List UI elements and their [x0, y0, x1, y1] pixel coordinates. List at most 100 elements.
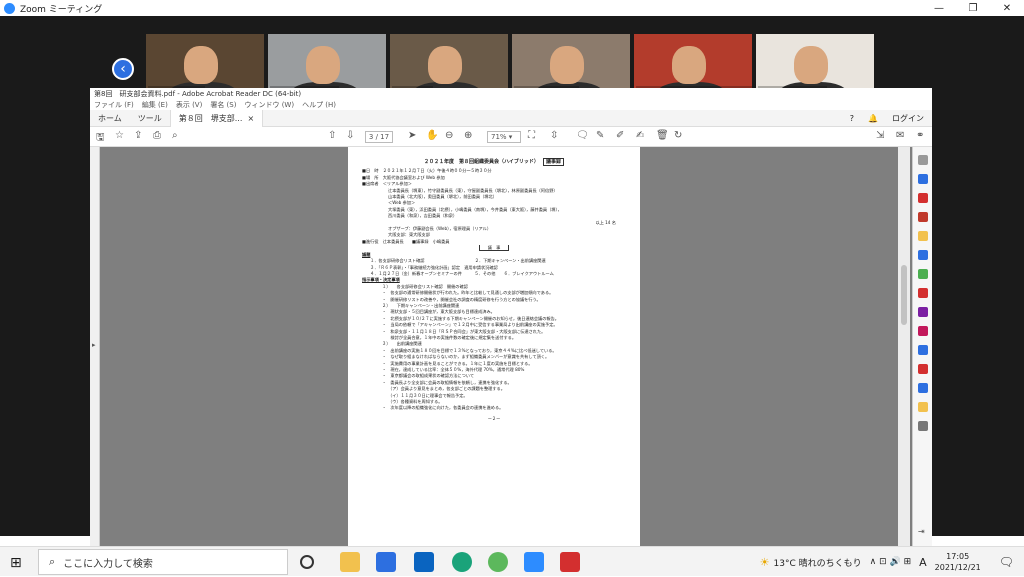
menu-item[interactable]: 編集 (E)	[142, 100, 168, 110]
upload-icon[interactable]: ⇪	[134, 130, 142, 141]
bell-icon[interactable]: 🔔	[868, 114, 878, 123]
menu-item[interactable]: ファイル (F)	[94, 100, 134, 110]
edge-icon[interactable]	[452, 552, 472, 572]
system-tray: ☀ 13°C 晴れのちくもり ∧ ⊡ 🔊 ⊞ A 17:05 2021/12/21…	[760, 547, 1024, 577]
tool-shortcut-icon[interactable]	[918, 212, 928, 222]
tool-shortcut-icon[interactable]	[918, 155, 928, 165]
taskbar-search[interactable]: ⌕ ここに入力して検索	[38, 549, 288, 575]
window-title: Zoom ミーティング	[20, 4, 103, 15]
tool-shortcut-icon[interactable]	[918, 269, 928, 279]
zoom-in-icon[interactable]: ⊕	[464, 130, 472, 141]
participant-face	[306, 46, 340, 84]
doc-line: ・ 次年度以降の組織強化に向けた，各委員会の連携を進める。	[382, 405, 504, 411]
search-icon[interactable]: ⌕	[172, 130, 178, 141]
share-icon[interactable]: ⇲	[876, 130, 884, 141]
zoom-taskbar-icon[interactable]	[524, 552, 544, 572]
document-view: ▸ ２０２１年度 第８回組織委員会（ハイブリッド） 議事録 ■日 時 ２０２１年１…	[90, 147, 912, 546]
store-icon[interactable]	[376, 552, 396, 572]
hand-icon[interactable]: ✋	[426, 130, 438, 141]
page-number-input[interactable]: 3 / 17	[365, 131, 393, 143]
page-total: / 17	[375, 133, 390, 141]
delete-icon[interactable]: 🗑	[656, 130, 669, 141]
zoom-out-icon[interactable]: ⊖	[445, 130, 453, 141]
close-button[interactable]: ✕	[990, 0, 1024, 16]
tool-shortcut-icon[interactable]	[918, 345, 928, 355]
comment-icon[interactable]: 🗨	[576, 130, 589, 141]
fit-page-icon[interactable]: ⛶	[528, 130, 535, 141]
acrobat-toolbar: 🖫 ☆ ⇪ ⎙ ⌕ ⇧ ⇩ 3 / 17 ➤ ✋ ⊖ ⊕ 71% ▾ ⛶ ⇳ 🗨…	[90, 127, 932, 147]
tool-shortcut-icon[interactable]	[918, 383, 928, 393]
clock-date: 2021/12/21	[934, 563, 981, 572]
maximize-button[interactable]: ❐	[956, 0, 990, 16]
cortana-icon[interactable]	[300, 555, 314, 569]
tab-home[interactable]: ホーム	[90, 113, 130, 124]
tool-shortcut-icon[interactable]	[918, 193, 928, 203]
highlight-icon[interactable]: ✎	[596, 130, 604, 141]
pdf-page: ２０２１年度 第８回組織委員会（ハイブリッド） 議事録 ■日 時 ２０２１年１２月…	[348, 147, 640, 546]
notification-icon[interactable]: 🗨	[999, 555, 1014, 569]
tool-shortcut-icon[interactable]	[918, 326, 928, 336]
menu-item[interactable]: 表示 (V)	[176, 100, 202, 110]
link-icon[interactable]: ⚭	[916, 130, 924, 141]
participant-face	[672, 46, 706, 84]
participant-face	[184, 46, 218, 84]
previous-participants-button[interactable]: ‹	[112, 58, 134, 80]
tray-icons[interactable]: ∧ ⊡ 🔊 ⊞	[870, 557, 911, 567]
ime-indicator[interactable]: A	[919, 556, 927, 569]
page-up-icon[interactable]: ⇧	[328, 130, 336, 141]
doc-title-text: ２０２１年度 第８回組織委員会（ハイブリッド）	[424, 159, 539, 165]
tab-document[interactable]: 第８回 堺支部... ×	[169, 109, 264, 127]
help-icon[interactable]: ?	[850, 114, 854, 123]
minimize-button[interactable]: —	[922, 0, 956, 16]
tools-pane: ⇥	[912, 147, 932, 546]
tool-shortcut-icon[interactable]	[918, 250, 928, 260]
page-down-icon[interactable]: ⇩	[346, 130, 354, 141]
login-link[interactable]: ログイン	[892, 113, 924, 124]
print-icon[interactable]: ⎙	[153, 130, 161, 141]
tool-shortcut-icon[interactable]	[918, 421, 928, 431]
participant-face	[794, 46, 828, 84]
menu-item[interactable]: ヘルプ (H)	[302, 100, 336, 110]
collapse-pane-icon[interactable]: ⇥	[918, 527, 928, 537]
zoom-titlebar: Zoom ミーティング — ❐ ✕	[0, 0, 1024, 16]
tab-close-icon[interactable]: ×	[248, 114, 255, 123]
file-explorer-icon[interactable]	[340, 552, 360, 572]
rotate-icon[interactable]: ↻	[674, 130, 682, 141]
weather-icon[interactable]: ☀	[760, 556, 770, 569]
menu-item[interactable]: ウィンドウ (W)	[244, 100, 294, 110]
acrobat-menubar: ファイル (F) 編集 (E) 表示 (V) 署名 (S) ウィンドウ (W) ヘルプ (…	[90, 99, 932, 110]
mail-icon[interactable]: ✉	[896, 130, 904, 141]
save-icon[interactable]: 🖫	[96, 130, 105, 147]
ie-icon[interactable]	[488, 552, 508, 572]
tool-shortcut-icon[interactable]	[918, 402, 928, 412]
vertical-scrollbar[interactable]	[898, 147, 910, 546]
zoom-select[interactable]: 71% ▾	[487, 131, 521, 143]
scrollbar-thumb[interactable]	[901, 265, 907, 325]
tool-shortcut-icon[interactable]	[918, 174, 928, 184]
select-cursor-icon[interactable]: ➤	[408, 130, 416, 141]
left-panel-toggle[interactable]: ▸	[90, 147, 100, 546]
tool-shortcut-icon[interactable]	[918, 288, 928, 298]
doc-title: ２０２１年度 第８回組織委員会（ハイブリッド） 議事録	[362, 158, 626, 166]
acrobat-taskbar-icon[interactable]	[560, 552, 580, 572]
tool-shortcut-icon[interactable]	[918, 364, 928, 374]
zoom-value: 71%	[491, 133, 507, 141]
acrobat-window: 第8回 研支部会資料.pdf - Adobe Acrobat Reader DC…	[90, 88, 932, 546]
tab-tools[interactable]: ツール	[130, 113, 170, 124]
bookmark-star-icon[interactable]: ☆	[115, 130, 124, 141]
menu-item[interactable]: 署名 (S)	[210, 100, 236, 110]
fill-sign-icon[interactable]: ✍	[636, 130, 644, 141]
windows-start-icon[interactable]: ⊞	[10, 555, 22, 571]
search-icon: ⌕	[49, 555, 56, 568]
windows-taskbar: ⊞ ⌕ ここに入力して検索 ☀ 13°C 晴れのちくもり ∧ ⊡ 🔊 ⊞ A 17…	[0, 546, 1024, 576]
scroll-mode-icon[interactable]: ⇳	[550, 130, 558, 141]
doc-body: ■日 時 ２０２１年１２月７日（火）午後４時００分～５時３０分 ■場 所 大阪代協…	[362, 168, 626, 411]
tool-shortcut-icon[interactable]	[918, 307, 928, 317]
doc-title-badge: 議事録	[542, 158, 564, 166]
tool-shortcut-icon[interactable]	[918, 231, 928, 241]
draw-icon[interactable]: ✐	[616, 130, 624, 141]
clock[interactable]: 17:05 2021/12/21	[935, 551, 981, 573]
tab-document-label: 第８回 堺支部...	[178, 113, 243, 123]
weather-text[interactable]: 13°C 晴れのちくもり	[774, 556, 862, 569]
outlook-icon[interactable]	[414, 552, 434, 572]
